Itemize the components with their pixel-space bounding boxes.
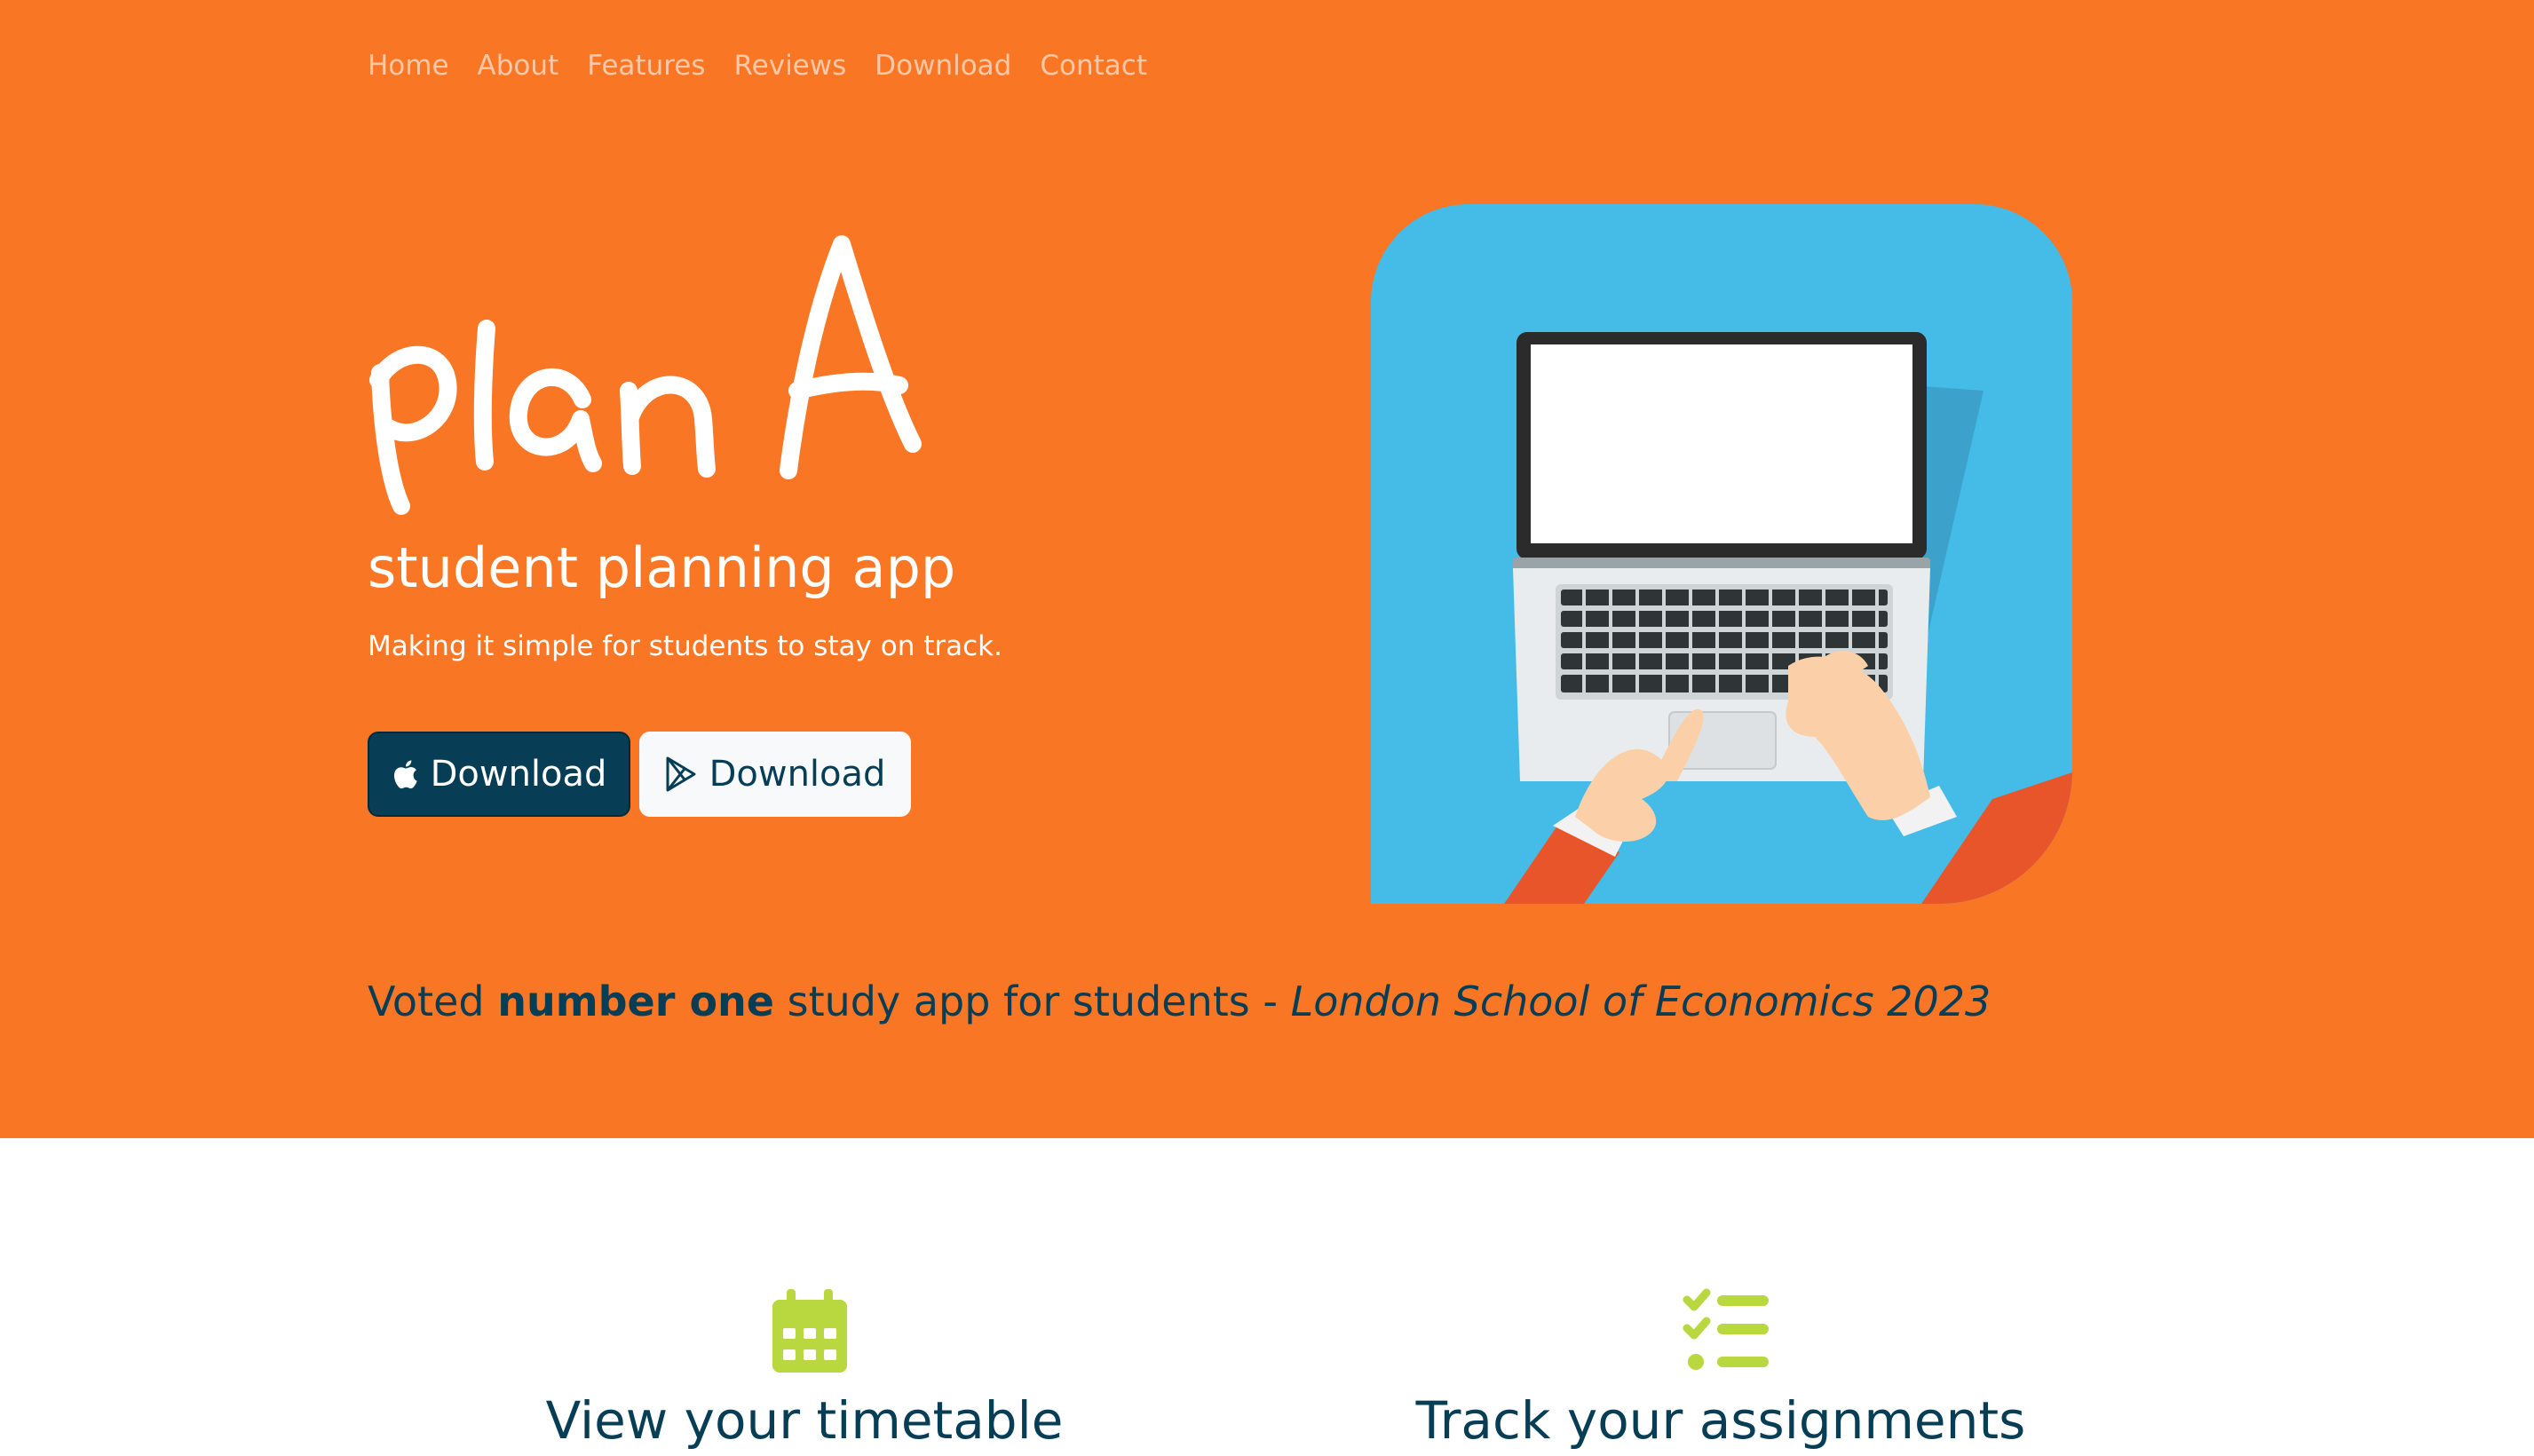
google-play-download-button[interactable]: Download	[639, 732, 911, 817]
app-tagline: Making it simple for students to stay on…	[368, 630, 1002, 662]
nav-home-link[interactable]: Home	[368, 48, 449, 83]
apple-download-label: Download	[430, 754, 607, 795]
nav-features-link[interactable]: Features	[587, 48, 705, 83]
nav-download-link[interactable]: Download	[875, 48, 1011, 83]
apple-icon	[392, 758, 418, 790]
laptop-illustration-graphic	[1504, 332, 2072, 904]
apple-download-button[interactable]: Download	[368, 732, 630, 817]
plan-a-logo	[369, 235, 922, 515]
quote-middle: study app for students -	[774, 977, 1291, 1025]
nav-reviews-link[interactable]: Reviews	[734, 48, 847, 83]
hero-section: Home About Features Reviews Download Con…	[0, 0, 2534, 1138]
checklist-icon	[1683, 1288, 1769, 1370]
quote-emphasis: number one	[497, 977, 775, 1025]
quote-lead: Voted	[368, 977, 498, 1025]
nav-about-link[interactable]: About	[478, 48, 559, 83]
quote-source: London School of Economics 2023	[1290, 977, 1992, 1025]
google-download-label: Download	[709, 754, 886, 795]
google-play-icon	[665, 756, 697, 792]
features-section: View your timetable Track your assignmen…	[0, 1138, 2534, 1451]
nav-contact-link[interactable]: Contact	[1040, 48, 1147, 83]
app-subtitle: student planning app	[368, 535, 956, 600]
feature-assignments-title: Track your assignments	[1415, 1390, 2026, 1451]
laptop-hands-illustration	[1371, 204, 2072, 904]
award-quote: Voted number one study app for students …	[368, 973, 1991, 1030]
calendar-icon	[772, 1289, 847, 1373]
feature-timetable-title: View your timetable	[545, 1390, 1064, 1451]
top-nav: Home About Features Reviews Download Con…	[368, 48, 1147, 83]
